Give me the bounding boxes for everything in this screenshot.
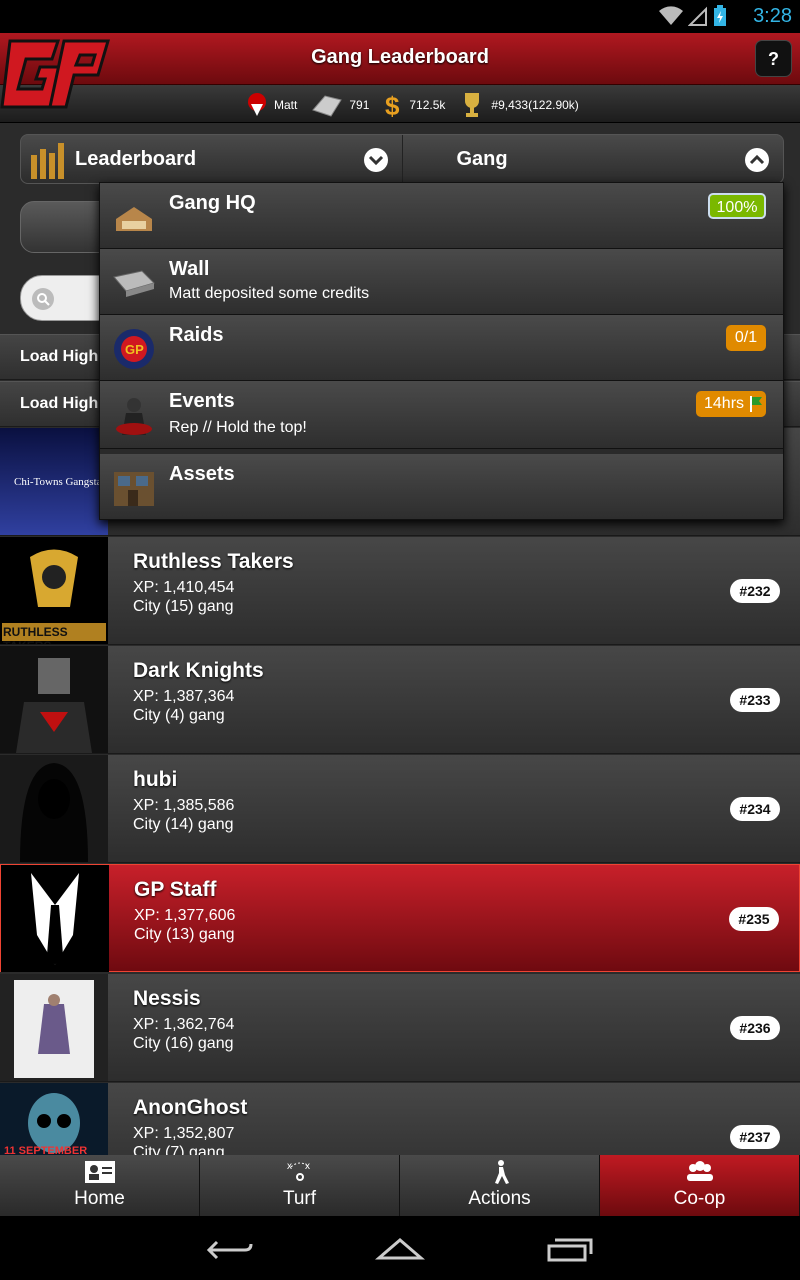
- table-row[interactable]: RUTHLESS TAKERS Ruthless Takers XP: 1,41…: [0, 537, 800, 645]
- gang-menu-dropdown: Gang HQ 100% Wall Matt deposited some cr…: [99, 182, 784, 520]
- gang-city: City (4) gang: [133, 707, 225, 724]
- gang-xp: XP: 1,387,364: [133, 688, 235, 705]
- raids-icon: GP: [114, 329, 154, 369]
- gang-label: Gang: [456, 148, 508, 170]
- strategy-map-icon: xx: [287, 1161, 310, 1181]
- leaderboard-selector[interactable]: Leaderboard: [21, 135, 403, 183]
- table-row[interactable]: 11 SEPTEMBER 2013 AnonGhost XP: 1,352,80…: [0, 1083, 800, 1155]
- gang-city: City (13) gang: [134, 926, 235, 943]
- id-card-icon: [84, 1161, 115, 1183]
- gang-name: hubi: [133, 768, 178, 791]
- player-name: Matt: [274, 98, 298, 112]
- wifi-icon: [659, 6, 683, 25]
- chevron-down-icon: [363, 148, 388, 172]
- gang-xp: XP: 1,352,807: [133, 1125, 235, 1142]
- bullets-icon: [31, 143, 64, 179]
- gang-xp: XP: 1,410,454: [133, 579, 235, 596]
- completion-badge: 100%: [708, 193, 766, 219]
- tab-actions[interactable]: Actions: [400, 1155, 600, 1216]
- player-stats-bar: Matt 791 $ 712.5k #9,433(122.90k): [0, 85, 800, 123]
- walking-person-icon: [494, 1160, 509, 1184]
- rank-badge: #233: [730, 688, 780, 712]
- gang-avatar: [0, 974, 108, 1081]
- back-icon[interactable]: [205, 1234, 255, 1264]
- building-icon: [116, 207, 152, 231]
- rank-badge: #232: [730, 579, 780, 603]
- section-selector: Leaderboard Gang: [20, 134, 784, 184]
- recent-apps-icon[interactable]: [545, 1234, 595, 1264]
- cash-amount: 712.5k: [409, 98, 446, 112]
- gang-avatar: [0, 755, 108, 862]
- gang-name: Dark Knights: [133, 659, 264, 682]
- gang-name: Nessis: [133, 987, 201, 1010]
- rank-badge: #236: [730, 1016, 780, 1040]
- rank-badge: #234: [730, 797, 780, 821]
- menu-item-assets[interactable]: Assets: [100, 454, 783, 520]
- svg-text:GP: GP: [125, 342, 144, 357]
- app-header: Gang Leaderboard ?: [0, 33, 800, 85]
- gang-selector[interactable]: Gang: [403, 135, 784, 183]
- raids-count-badge: 0/1: [726, 325, 766, 351]
- gang-avatar: 11 SEPTEMBER 2013: [0, 1083, 108, 1155]
- cash-icon: $: [385, 91, 400, 119]
- gang-avatar: Chi-Towns Gangstaz: [0, 428, 108, 535]
- gang-xp: XP: 1,377,606: [134, 907, 236, 924]
- search-icon: [32, 288, 54, 310]
- system-nav-bar: [0, 1216, 800, 1280]
- event-timer-badge: 14hrs: [696, 391, 766, 417]
- table-row[interactable]: hubi XP: 1,385,586 City (14) gang #234: [0, 755, 800, 863]
- status-bar: 3:28: [0, 0, 800, 33]
- gang-name: Ruthless Takers: [133, 550, 294, 573]
- events-icon: [116, 398, 152, 435]
- trophy-icon: [465, 93, 480, 117]
- gang-city: City (15) gang: [133, 598, 234, 615]
- gang-avatar: [0, 646, 108, 753]
- tab-home[interactable]: Home: [0, 1155, 200, 1216]
- diamond-icon: [312, 95, 343, 117]
- flag-icon: [750, 396, 762, 412]
- player-rank: #9,433(122.90k): [491, 98, 579, 112]
- table-row-highlighted[interactable]: GP Staff XP: 1,377,606 City (13) gang #2…: [0, 864, 800, 972]
- group-icon: [686, 1161, 713, 1181]
- assets-icon: [114, 472, 154, 506]
- gang-city: City (7) gang: [133, 1144, 225, 1155]
- gang-name: GP Staff: [134, 878, 217, 901]
- menu-item-raids[interactable]: GP Raids 0/1: [100, 315, 783, 381]
- table-row[interactable]: Nessis XP: 1,362,764 City (16) gang #236: [0, 974, 800, 1082]
- menu-item-wall[interactable]: Wall Matt deposited some credits: [100, 249, 783, 315]
- page-title: Gang Leaderboard: [311, 46, 489, 68]
- table-row[interactable]: Dark Knights XP: 1,387,364 City (4) gang…: [0, 646, 800, 754]
- battery-icon: [714, 5, 726, 26]
- gang-xp: XP: 1,362,764: [133, 1016, 235, 1033]
- home-icon[interactable]: [375, 1234, 425, 1264]
- diamond-count: 791: [349, 98, 370, 112]
- clock: 3:28: [753, 5, 792, 27]
- svg-text:x: x: [305, 1161, 310, 1172]
- wall-icon: [113, 270, 155, 297]
- menu-item-gang-hq[interactable]: Gang HQ 100%: [100, 183, 783, 249]
- help-button[interactable]: ?: [755, 40, 792, 77]
- player-avatar-icon: [248, 93, 266, 116]
- menu-item-events[interactable]: Events Rep // Hold the top! 14hrs: [100, 381, 783, 449]
- chevron-up-icon: [745, 148, 769, 172]
- gang-city: City (16) gang: [133, 1035, 234, 1052]
- gang-avatar: RUTHLESS TAKERS: [0, 537, 108, 644]
- gang-avatar: [1, 865, 109, 972]
- signal-icon: [688, 6, 707, 26]
- svg-text:$: $: [385, 91, 400, 119]
- app-logo[interactable]: [0, 33, 112, 115]
- bottom-nav: Home xx Turf Actions Co-op: [0, 1155, 800, 1216]
- tab-turf[interactable]: xx Turf: [200, 1155, 400, 1216]
- gang-name: AnonGhost: [133, 1096, 248, 1119]
- rank-badge: #235: [729, 907, 779, 931]
- rank-badge: #237: [730, 1125, 780, 1149]
- tab-co-op[interactable]: Co-op: [600, 1155, 800, 1216]
- gang-xp: XP: 1,385,586: [133, 797, 235, 814]
- gang-city: City (14) gang: [133, 816, 234, 833]
- leaderboard-label: Leaderboard: [75, 148, 197, 170]
